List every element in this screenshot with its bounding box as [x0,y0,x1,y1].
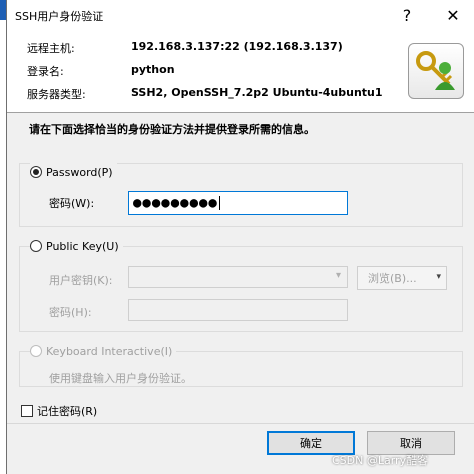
password-value: ●●●●●●●●● [133,195,218,211]
browse-button-label: 浏览(B)... [368,272,417,285]
login-name-label: 登录名: [27,65,64,78]
footer-divider [7,423,474,424]
radio-disabled-icon[interactable] [30,345,42,357]
remember-password-checkbox[interactable]: 记住密码(R) [21,403,97,419]
keyboard-interactive-description: 使用键盘输入用户身份验证。 [49,372,192,385]
passphrase-input[interactable] [128,299,348,321]
auth-method-panel: 请在下面选择恰当的身份验证方法并提供登录所需的信息。 Password(P) 密… [7,113,474,474]
remember-password-label: 记住密码(R) [37,405,98,418]
password-field-label: 密码(W): [49,197,95,210]
password-input[interactable]: ●●●●●●●●● [128,191,348,215]
dialog-title: SSH用户身份验证 [15,10,104,23]
server-type-label: 服务器类型: [27,88,86,101]
instruction-text: 请在下面选择恰当的身份验证方法并提供登录所需的信息。 [29,123,315,136]
user-key-label: 用户密钥(K): [49,274,113,287]
close-button[interactable]: ✕ [435,0,471,30]
user-key-select[interactable]: ▾ [128,266,348,288]
text-caret [218,196,220,210]
radio-unchecked-icon[interactable] [30,240,42,252]
remote-host-label: 远程主机: [27,42,75,55]
keyboard-interactive-label: Keyboard Interactive(I) [46,344,173,358]
login-name-value: python [131,63,175,76]
keyboard-interactive-radio[interactable]: Keyboard Interactive(I) [30,342,177,360]
browse-button[interactable]: 浏览(B)... ▾ [357,266,447,290]
close-icon: ✕ [446,5,460,25]
dropdown-arrow-icon[interactable]: ▾ [436,272,441,282]
public-key-radio-label: Public Key(U) [46,239,119,253]
title-bar[interactable]: SSH用户身份验证 ? ✕ [7,0,474,30]
password-radio-label: Password(P) [46,165,113,179]
help-icon: ? [402,5,412,25]
watermark-text: CSDN @Larry酷客 [332,454,429,467]
passphrase-label: 密码(H): [49,306,92,319]
remote-host-value: 192.168.3.137:22 (192.168.3.137) [131,40,343,53]
checkbox-icon[interactable] [21,405,33,417]
password-radio[interactable]: Password(P) [30,163,117,181]
key-user-icon [408,43,464,99]
radio-checked-icon[interactable] [30,166,42,178]
help-button[interactable]: ? [389,0,425,30]
chevron-down-icon: ▾ [335,270,341,281]
public-key-radio[interactable]: Public Key(U) [30,237,123,255]
ssh-auth-dialog: SSH用户身份验证 ? ✕ 远程主机: 192.168.3.137:22 (19… [6,0,474,474]
connection-info: 远程主机: 192.168.3.137:22 (192.168.3.137) 登… [7,30,474,110]
server-type-value: SSH2, OpenSSH_7.2p2 Ubuntu-4ubuntu1 [131,86,383,99]
